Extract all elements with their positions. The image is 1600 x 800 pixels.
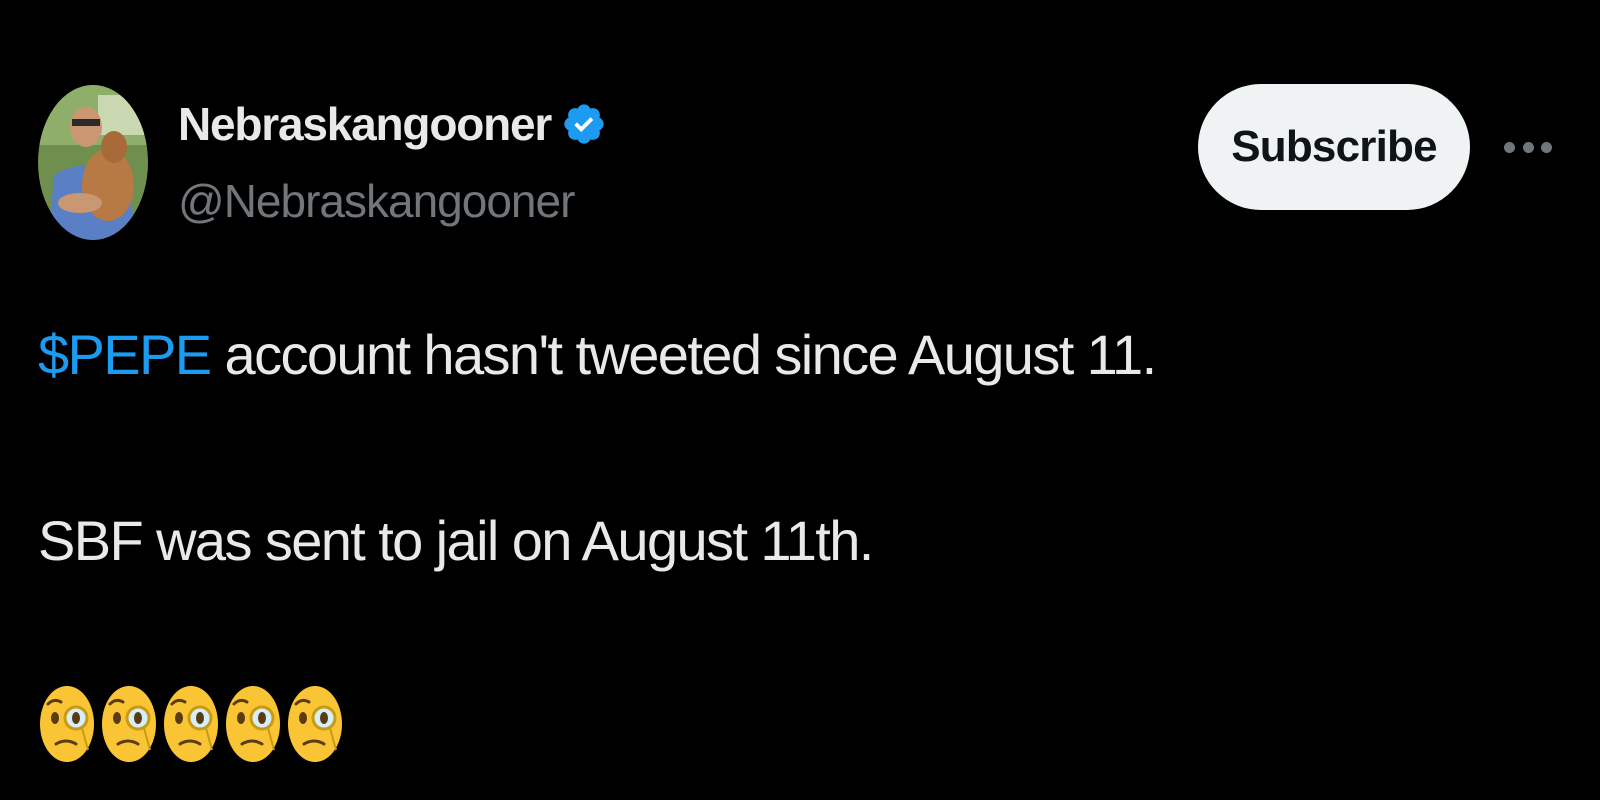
- subscribe-button[interactable]: Subscribe: [1198, 84, 1470, 210]
- more-dot: [1522, 141, 1534, 153]
- avatar[interactable]: [38, 85, 148, 240]
- author-handle[interactable]: @Nebraskangooner: [178, 174, 575, 228]
- author-name-row: Nebraskangooner: [178, 92, 607, 156]
- tweet-card: Nebraskangooner @Nebraskangooner Subscri…: [0, 0, 1600, 800]
- face-with-monocle-emoji-icon: [102, 686, 156, 762]
- more-dot: [1504, 141, 1515, 153]
- face-with-monocle-emoji-icon: [226, 686, 280, 762]
- tweet-text-line-2: SBF was sent to jail on August 11th.: [38, 509, 874, 572]
- face-with-monocle-emoji-icon: [164, 686, 218, 762]
- cashtag-link[interactable]: $PEPE: [38, 323, 212, 386]
- verified-badge-icon[interactable]: [561, 101, 607, 147]
- tweet-text-line-1: $PEPE account hasn't tweeted since Augus…: [38, 322, 1158, 387]
- tweet-text-line-1-body: account hasn't tweeted since August 11.: [210, 323, 1158, 386]
- avatar-photo: [38, 85, 148, 240]
- more-dot: [1541, 141, 1552, 153]
- display-name[interactable]: Nebraskangooner: [178, 97, 552, 151]
- face-with-monocle-emoji-icon: [40, 686, 94, 762]
- face-with-monocle-emoji-icon: [288, 686, 342, 762]
- emoji-row: [38, 680, 344, 764]
- more-horizontal-icon[interactable]: [1504, 132, 1552, 162]
